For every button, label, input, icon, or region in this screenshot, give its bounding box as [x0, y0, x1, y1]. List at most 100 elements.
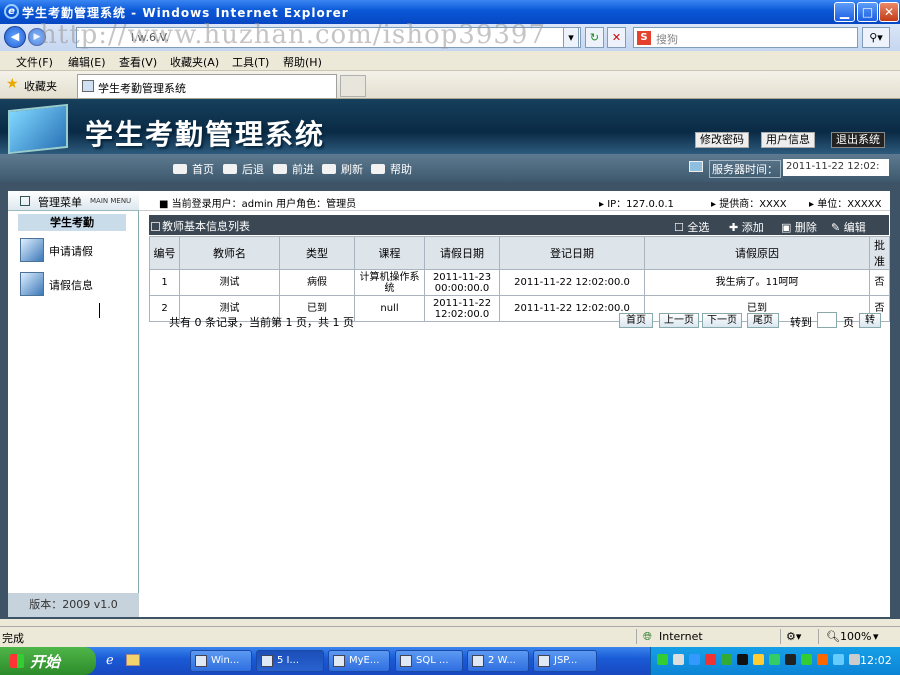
- taskbar-window-4[interactable]: SQL ...: [395, 650, 463, 672]
- tray-app-icon[interactable]: [753, 654, 764, 665]
- col-type[interactable]: 类型: [279, 236, 355, 270]
- search-input[interactable]: S 搜狗: [633, 27, 858, 48]
- change-password-button[interactable]: 修改密码: [695, 132, 749, 148]
- help-icon: [371, 164, 385, 174]
- start-button[interactable]: 开始: [0, 647, 96, 675]
- logout-button[interactable]: 退出系统: [831, 132, 885, 148]
- tab-title: 学生考勤管理系统: [98, 82, 186, 95]
- taskbar-window-1[interactable]: Win...: [190, 650, 252, 672]
- maximize-button[interactable]: □: [857, 2, 878, 22]
- tray-app-icon[interactable]: [737, 654, 748, 665]
- web-page: 学生考勤管理系统 修改密码 用户信息 退出系统 首页 后退 前进 刷新 帮助 服…: [0, 99, 900, 619]
- nav-back[interactable]: 后退: [223, 161, 264, 177]
- select-all-label: 全选: [687, 221, 710, 234]
- tray-app-icon[interactable]: [817, 654, 828, 665]
- col-course[interactable]: 课程: [354, 236, 425, 270]
- forward-arrow-icon: [273, 164, 287, 174]
- col-approved[interactable]: 批准: [869, 236, 890, 270]
- watermark-text: http://www.huzhan.com/ishop39397: [40, 20, 546, 50]
- nav-home[interactable]: 首页: [173, 161, 214, 177]
- close-button[interactable]: ✕: [879, 2, 899, 22]
- refresh-page-icon: [322, 164, 336, 174]
- nav-forward[interactable]: 前进: [273, 161, 314, 177]
- add-button[interactable]: ✚ 添加: [729, 219, 764, 235]
- taskbar-window-2[interactable]: 5 I...: [256, 650, 324, 672]
- col-leave-date[interactable]: 请假日期: [424, 236, 500, 270]
- back-arrow-icon: [223, 164, 237, 174]
- sidebar-item-label: 请假信息: [49, 279, 93, 292]
- zoom-level[interactable]: 100%: [840, 630, 871, 643]
- first-page-button[interactable]: 首页: [619, 313, 653, 328]
- clock[interactable]: 12:02: [860, 654, 892, 667]
- window-title: 学生考勤管理系统 - Windows Internet Explorer: [22, 6, 349, 20]
- gear-icon: [20, 272, 44, 296]
- search-go-icon[interactable]: ⚲▾: [862, 27, 890, 48]
- menu-edit[interactable]: 编辑(E): [68, 54, 106, 70]
- globe-icon: 🌐︎: [643, 630, 652, 643]
- zoom-dropdown-icon[interactable]: ▾: [873, 630, 879, 643]
- tray-app-icon[interactable]: [721, 654, 732, 665]
- back-icon[interactable]: ◀: [4, 26, 26, 48]
- folder-quicklaunch-icon[interactable]: [126, 654, 140, 666]
- minimize-button[interactable]: ▁: [834, 2, 855, 22]
- next-page-button[interactable]: 下一页: [702, 313, 742, 328]
- sql-icon: [400, 655, 412, 667]
- stop-icon[interactable]: ✕: [607, 27, 626, 48]
- taskbar-window-label: Win...: [211, 655, 240, 666]
- protected-mode-icon[interactable]: ⚙▾: [786, 630, 801, 643]
- sidebar-item-leave-info[interactable]: 请假信息: [20, 272, 130, 298]
- tray-app-icon[interactable]: [657, 654, 668, 665]
- menu-tools[interactable]: 工具(T): [232, 54, 269, 70]
- ip-info: ▸ IP：127.0.0.1: [599, 199, 674, 210]
- menu-file[interactable]: 文件(F): [16, 54, 53, 70]
- favorites-star-icon[interactable]: ★: [6, 76, 19, 92]
- nav-refresh[interactable]: 刷新: [322, 161, 363, 177]
- zoom-icon[interactable]: 🔍︎: [826, 630, 840, 643]
- favorites-label[interactable]: 收藏夹: [24, 78, 57, 94]
- taskbar-window-5[interactable]: 2 W...: [467, 650, 529, 672]
- sidebar-item-apply-leave[interactable]: 申请请假: [20, 238, 130, 264]
- sidebar-section[interactable]: 学生考勤: [18, 214, 126, 231]
- nav-strip: 首页 后退 前进 刷新 帮助 服务器时间： 2011-11-22 12:02:: [0, 154, 900, 182]
- taskbar-window-3[interactable]: MyE...: [328, 650, 390, 672]
- tray-app-icon[interactable]: [801, 654, 812, 665]
- tray-app-icon[interactable]: [785, 654, 796, 665]
- last-page-button[interactable]: 尾页: [747, 313, 779, 328]
- menu-help[interactable]: 帮助(H): [283, 54, 322, 70]
- delete-button[interactable]: ▣ 删除: [781, 219, 817, 235]
- select-all-button[interactable]: ☐ 全选: [674, 219, 709, 235]
- tray-app-icon[interactable]: [689, 654, 700, 665]
- nav-home-label: 首页: [192, 163, 214, 176]
- browser-tab[interactable]: 学生考勤管理系统: [77, 74, 337, 98]
- address-dropdown-icon[interactable]: ▾: [563, 27, 579, 48]
- refresh-icon[interactable]: ↻: [585, 27, 604, 48]
- nav-help[interactable]: 帮助: [371, 161, 412, 177]
- goto-page-input[interactable]: [817, 312, 837, 328]
- user-info-label: 用户信息: [766, 133, 810, 146]
- col-register-date[interactable]: 登记日期: [499, 236, 645, 270]
- tray-app-icon[interactable]: [705, 654, 716, 665]
- go-button[interactable]: 转: [859, 313, 881, 328]
- menu-view[interactable]: 查看(V): [119, 54, 157, 70]
- taskbar-window-6[interactable]: JSP...: [533, 650, 597, 672]
- tray-app-icon[interactable]: [849, 654, 860, 665]
- menu-bar: 文件(F) 编辑(E) 查看(V) 收藏夹(A) 工具(T) 帮助(H): [0, 51, 900, 71]
- change-password-label: 修改密码: [700, 133, 744, 146]
- edit-button[interactable]: ✎ 编辑: [831, 219, 866, 235]
- taskbar-window-label: 2 W...: [488, 655, 516, 666]
- status-divider: [636, 629, 637, 644]
- new-tab-button[interactable]: [340, 75, 366, 97]
- tray-app-icon[interactable]: [673, 654, 684, 665]
- menu-favorites[interactable]: 收藏夹(A): [170, 54, 219, 70]
- table-row[interactable]: 1 测试 病假 计算机操作系统 2011-11-23 00:00:00.0 20…: [149, 269, 890, 296]
- sidebar-item-label: 申请请假: [49, 245, 93, 258]
- tray-app-icon[interactable]: [769, 654, 780, 665]
- col-reason[interactable]: 请假原因: [644, 236, 870, 270]
- prev-page-button[interactable]: 上一页: [659, 313, 699, 328]
- tray-app-icon[interactable]: [833, 654, 844, 665]
- user-info-button[interactable]: 用户信息: [761, 132, 815, 148]
- col-teacher[interactable]: 教师名: [179, 236, 280, 270]
- col-id[interactable]: 编号: [149, 236, 180, 270]
- taskbar-window-label: 5 I...: [277, 655, 300, 666]
- ie-quicklaunch-icon[interactable]: ℯ: [106, 653, 114, 668]
